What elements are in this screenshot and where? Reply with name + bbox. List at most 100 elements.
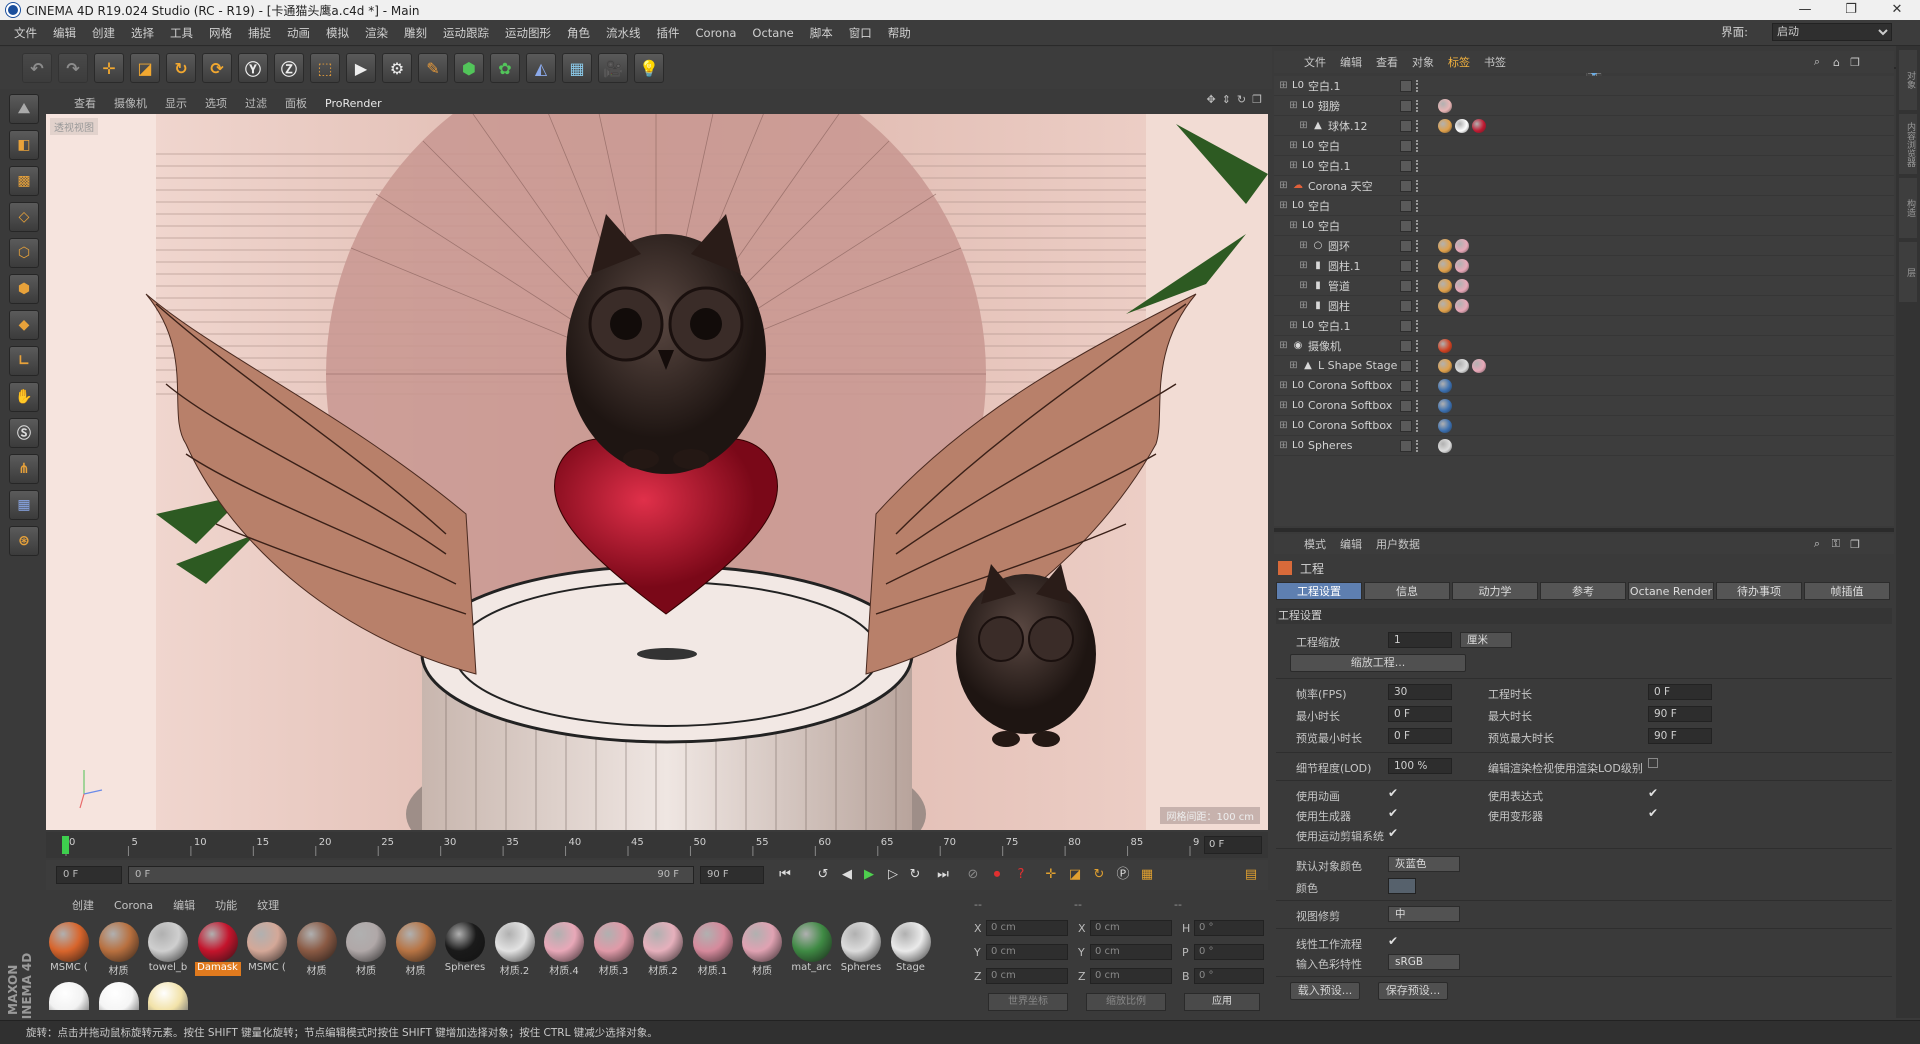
dolly-icon[interactable]: ⇕ [1222, 93, 1231, 106]
object-name[interactable]: 管道 [1328, 278, 1350, 294]
polygons-mode-icon[interactable]: ◆ [9, 310, 39, 340]
object-name[interactable]: Corona Softbox [1308, 419, 1392, 432]
layer-color-box[interactable] [1400, 219, 1412, 232]
object-row[interactable]: ⊞ ☁ Corona 天空 [1274, 176, 1894, 196]
object-row[interactable]: ⊞ L0 Corona Softbox [1274, 376, 1894, 396]
object-row[interactable]: ⊞ L0 空白 [1274, 136, 1894, 156]
z-axis-lock-button[interactable]: Ⓩ [274, 53, 304, 83]
obj-menu-view[interactable]: 查看 [1376, 54, 1398, 70]
menu-octane[interactable]: Octane [752, 26, 793, 40]
playhead[interactable] [62, 836, 69, 854]
preview-min-field[interactable]: 0 F [1388, 728, 1452, 744]
material-swatch[interactable]: 材质.4 [541, 922, 587, 978]
camera-button[interactable]: 🎥 [598, 53, 628, 83]
layer-color-box[interactable] [1400, 179, 1412, 192]
y-axis-lock-button[interactable]: Ⓨ [238, 53, 268, 83]
material-tag-icon[interactable] [1472, 358, 1486, 373]
material-swatch[interactable]: mat_arc [789, 922, 835, 978]
material-tag-icon[interactable] [1455, 118, 1469, 133]
material-tag-icon[interactable] [1455, 258, 1469, 273]
mat-menu-create[interactable]: 创建 [72, 897, 94, 913]
interface-select[interactable]: 启动 [1772, 23, 1892, 41]
scale-tool-button[interactable]: ◪ [130, 53, 160, 83]
mat-menu-edit[interactable]: 编辑 [173, 897, 195, 913]
expand-icon[interactable]: ⊞ [1278, 200, 1289, 211]
key-parameter-icon[interactable]: Ⓟ [1112, 865, 1134, 885]
material-swatch[interactable]: 材质.2 [640, 922, 686, 978]
object-name[interactable]: Corona 天空 [1308, 178, 1373, 194]
layer-color-box[interactable] [1400, 79, 1412, 92]
visibility-dots[interactable] [1416, 359, 1422, 372]
layer-color-box[interactable] [1400, 319, 1412, 332]
rot-b-field[interactable]: 0 ° [1194, 968, 1264, 984]
visibility-dots[interactable] [1416, 439, 1422, 452]
object-name[interactable]: 空白 [1308, 198, 1330, 214]
object-row[interactable]: ⊞ L0 空白 [1274, 216, 1894, 236]
orbit-icon[interactable]: ↻ [1237, 93, 1246, 106]
next-key-icon[interactable]: ↻ [904, 865, 926, 885]
world-coord-dropdown[interactable]: 世界坐标 [988, 993, 1068, 1011]
material-tag-icon[interactable] [1438, 378, 1452, 393]
size-y-field[interactable]: 0 cm [1090, 944, 1172, 960]
attr-new-icon[interactable]: ❐ [1850, 538, 1860, 551]
pos-x-field[interactable]: 0 cm [986, 920, 1068, 936]
expand-icon[interactable]: ⊞ [1278, 340, 1289, 351]
preview-max-field[interactable]: 90 F [1648, 728, 1712, 744]
menu-mesh[interactable]: 网格 [209, 25, 232, 41]
visibility-dots[interactable] [1416, 79, 1422, 92]
attr-search-icon[interactable]: ⌕ [1814, 537, 1820, 551]
expand-icon[interactable]: ⊞ [1298, 120, 1309, 131]
menu-help[interactable]: 帮助 [888, 25, 911, 41]
minimize-button[interactable]: — [1782, 0, 1828, 20]
visibility-dots[interactable] [1416, 219, 1422, 232]
object-name[interactable]: 球体.12 [1328, 118, 1368, 134]
redo-button[interactable]: ↷ [58, 53, 88, 83]
solo-icon[interactable]: ⊛ [9, 526, 39, 556]
obj-menu-edit[interactable]: 编辑 [1340, 54, 1362, 70]
expand-icon[interactable]: ⊞ [1278, 440, 1289, 451]
expand-icon[interactable]: ⊞ [1298, 240, 1309, 251]
material-swatch[interactable]: Spheres [838, 922, 884, 978]
record-active-icon[interactable]: ⊘ [962, 865, 984, 885]
key-position-icon[interactable]: ✛ [1040, 865, 1062, 885]
visibility-dots[interactable] [1416, 199, 1422, 212]
material-swatch[interactable]: 材质 [393, 922, 439, 978]
tab-objects[interactable]: 对象 [1899, 50, 1917, 110]
menu-simulate[interactable]: 模拟 [326, 25, 349, 41]
cloner-button[interactable]: ✿ [490, 53, 520, 83]
expand-icon[interactable]: ⊞ [1288, 320, 1299, 331]
material-swatch[interactable]: MSMC ( [244, 922, 290, 978]
expand-icon[interactable]: ⊞ [1288, 100, 1299, 111]
menu-tools[interactable]: 工具 [170, 25, 193, 41]
expand-icon[interactable]: ⊞ [1298, 300, 1309, 311]
object-row[interactable]: ⊞ ▮ 圆柱 [1274, 296, 1894, 316]
material-swatch[interactable]: 材质 [96, 922, 142, 978]
attr-lock-icon[interactable]: ⚿ [1832, 537, 1840, 551]
deformer-button[interactable]: ◭ [526, 53, 556, 83]
expand-icon[interactable]: ⊞ [1278, 380, 1289, 391]
object-row[interactable]: ⊞ L0 空白.1 [1274, 316, 1894, 336]
use-animation-checkbox[interactable]: ✔ [1388, 786, 1398, 800]
object-row[interactable]: ⊞ L0 Corona Softbox [1274, 396, 1894, 416]
material-tag-icon[interactable] [1438, 338, 1452, 353]
layer-color-box[interactable] [1400, 379, 1412, 392]
move-tool-button[interactable]: ✛ [94, 53, 124, 83]
material-tag-icon[interactable] [1455, 278, 1469, 293]
menu-snap[interactable]: 捕捉 [248, 25, 271, 41]
object-name[interactable]: 空白 [1318, 218, 1340, 234]
object-name[interactable]: 圆柱.1 [1328, 258, 1361, 274]
material-swatch[interactable]: 材质.3 [591, 922, 637, 978]
vp-menu-prorender[interactable]: ProRender [325, 97, 382, 110]
expand-icon[interactable]: ⊞ [1298, 260, 1309, 271]
use-generator-checkbox[interactable]: ✔ [1388, 806, 1398, 820]
expand-icon[interactable]: ⊞ [1288, 360, 1299, 371]
material-tag-icon[interactable] [1438, 398, 1452, 413]
material-tag-icon[interactable] [1438, 358, 1452, 373]
expand-icon[interactable]: ⊞ [1278, 400, 1289, 411]
material-tag-icon[interactable] [1438, 238, 1452, 253]
go-to-end-icon[interactable]: ⏭ [932, 865, 954, 885]
timeline-window-icon[interactable]: ▤ [1240, 865, 1262, 885]
menu-corona[interactable]: Corona [696, 26, 737, 40]
make-editable-icon[interactable]: ⛰ [9, 94, 39, 124]
project-duration-field[interactable]: 0 F [1648, 684, 1712, 700]
